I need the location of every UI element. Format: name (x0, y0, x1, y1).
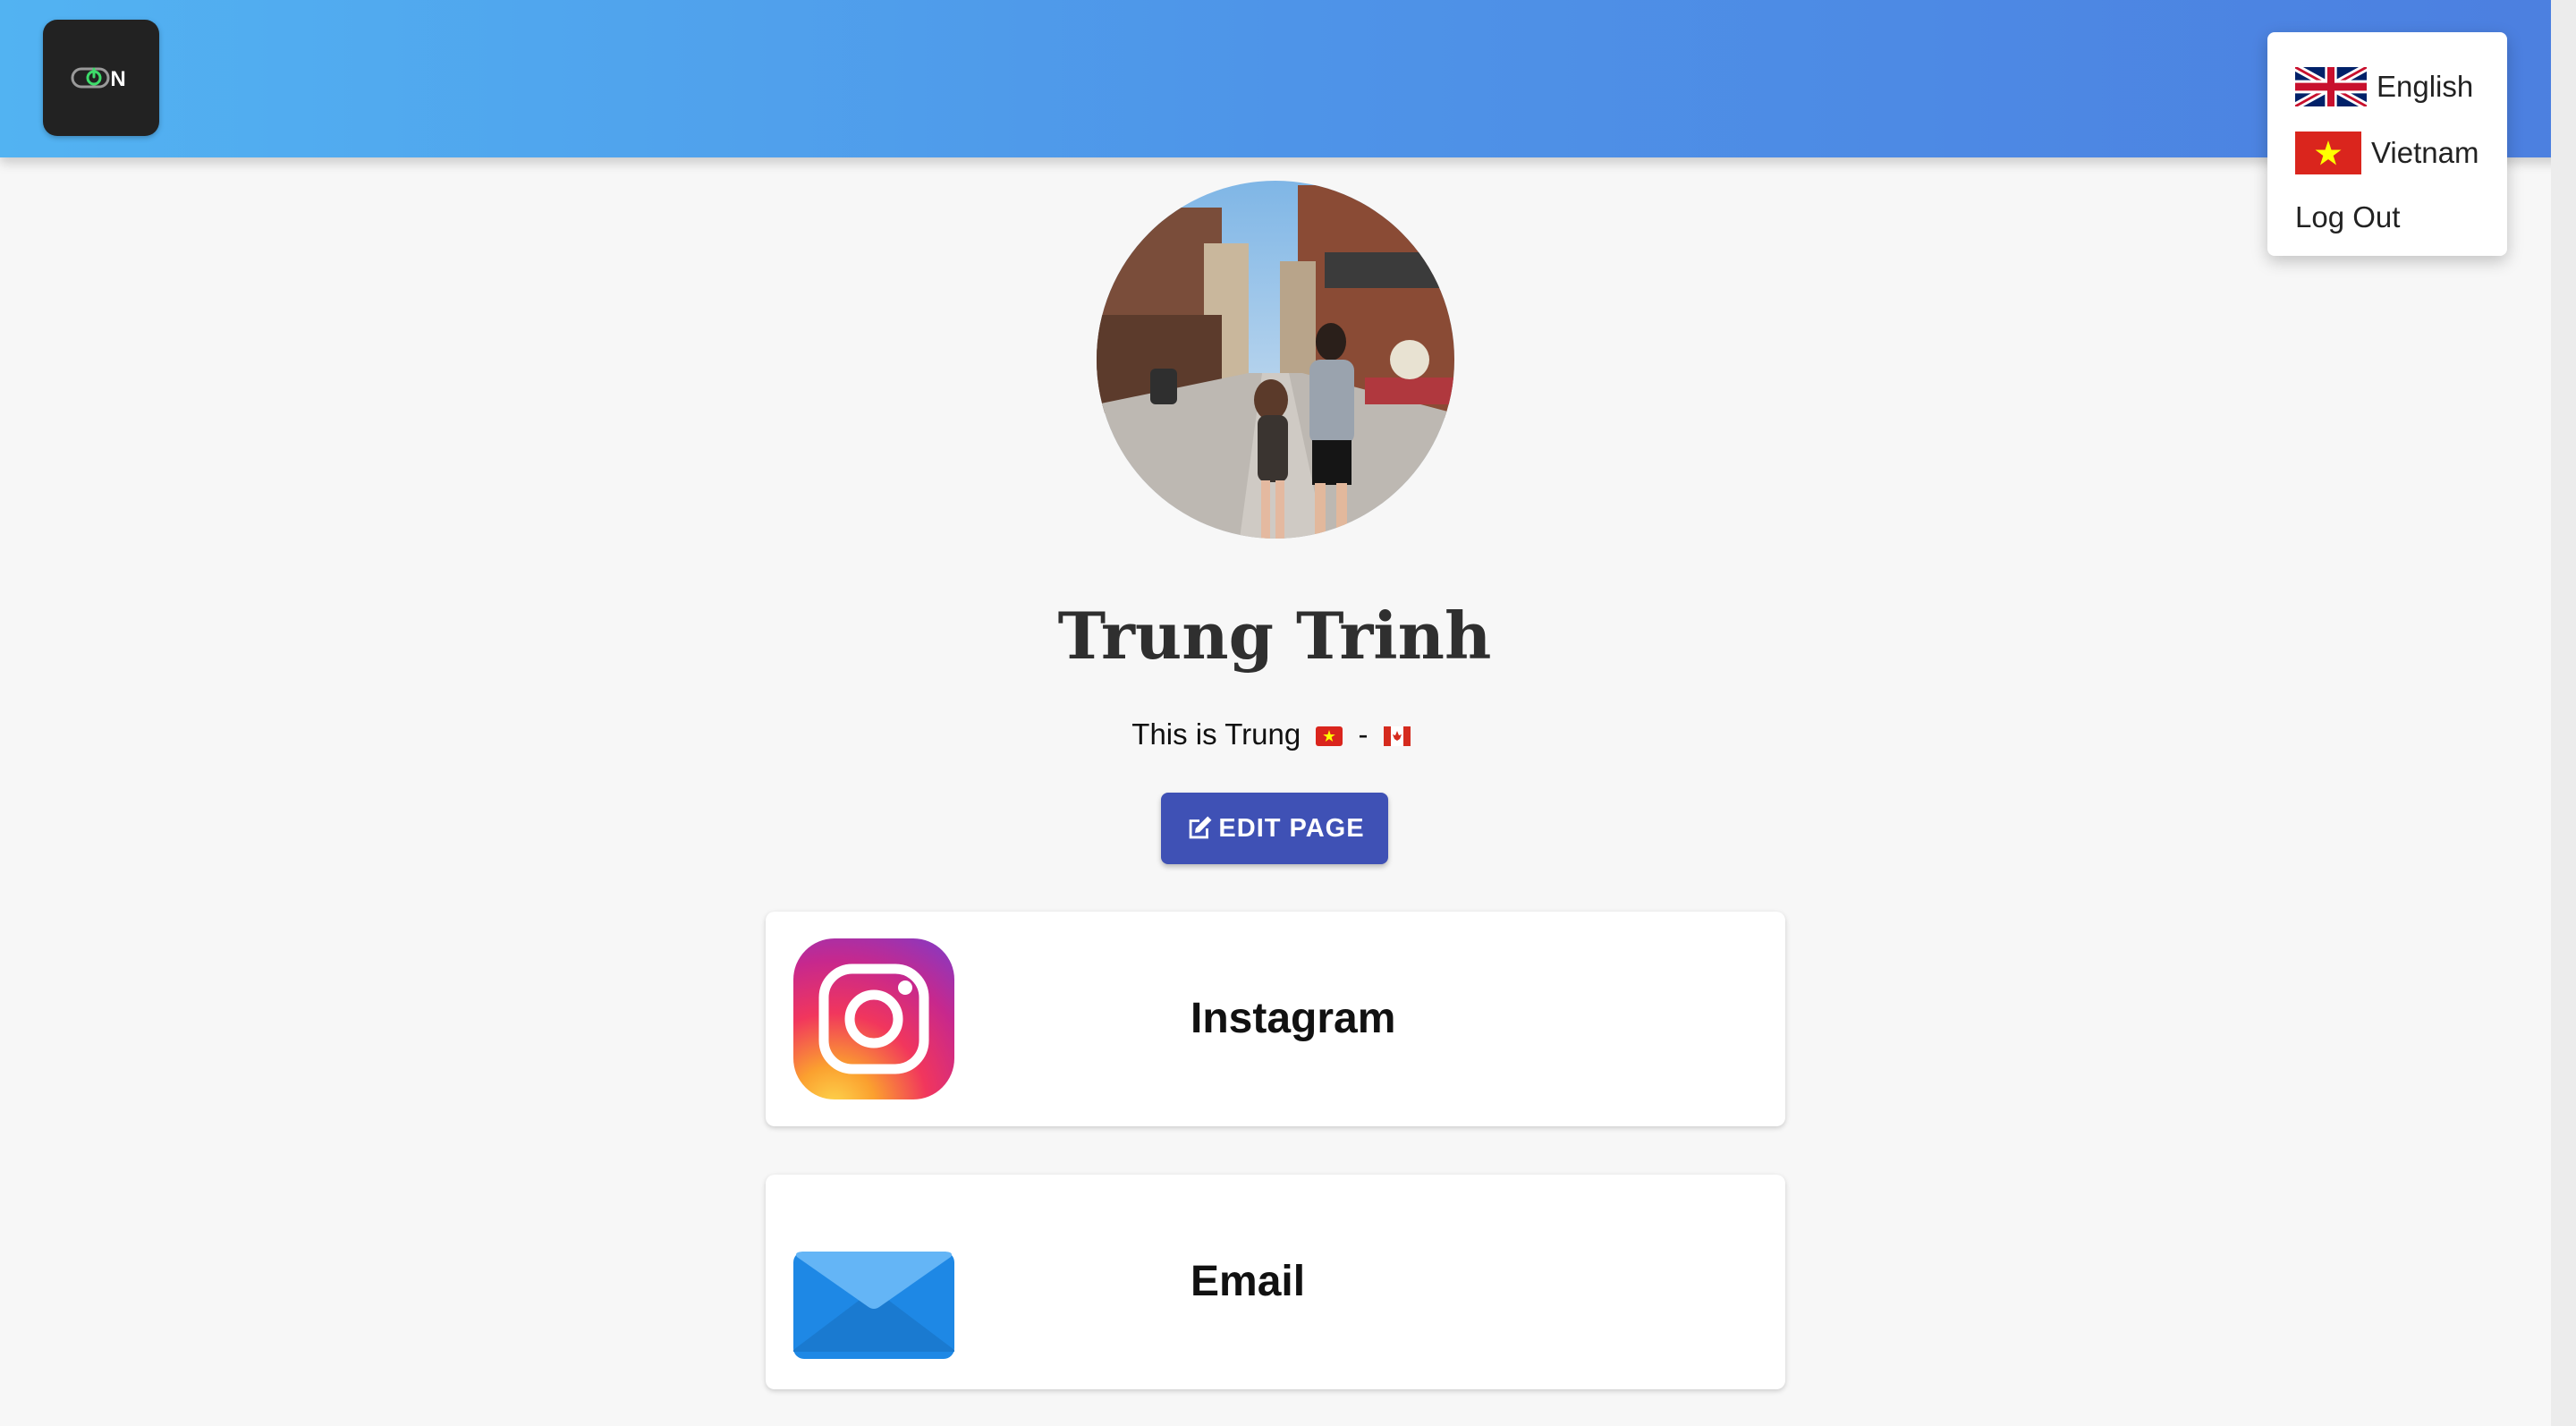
edit-page-button[interactable]: EDIT PAGE (1161, 793, 1388, 864)
menu-item-english[interactable]: English (2295, 64, 2473, 109)
link-card-email[interactable]: Email (766, 1175, 1785, 1389)
svg-text:N: N (110, 67, 125, 91)
canada-flag-emoji-icon (1383, 726, 1411, 747)
link-card-label: Email (1191, 1258, 1306, 1305)
profile-name: Trung Trinh (1057, 598, 1492, 674)
language-dropdown-menu: English Vietnam Log Out (2267, 32, 2507, 256)
power-on-logo-icon: N (71, 67, 126, 91)
profile-avatar (1097, 181, 1454, 539)
menu-item-vietnam[interactable]: Vietnam (2295, 131, 2479, 175)
vietnam-flag-icon (2295, 132, 2361, 174)
instagram-icon (792, 937, 956, 1101)
menu-item-label: Vietnam (2371, 136, 2479, 169)
menu-item-label: Log Out (2295, 200, 2401, 233)
vietnam-flag-emoji-icon (1316, 726, 1343, 747)
top-app-bar: N (0, 0, 2576, 157)
menu-item-label: English (2377, 70, 2474, 103)
page-scrollbar[interactable] (2551, 0, 2576, 1426)
profile-bio: This is Trung - (0, 712, 2549, 757)
edit-icon (1190, 816, 1212, 839)
edit-button-label: EDIT PAGE (1218, 813, 1365, 843)
bio-separator: - (1358, 717, 1368, 751)
avatar-photo (1097, 181, 1454, 539)
email-icon (792, 1200, 956, 1364)
menu-item-logout[interactable]: Log Out (2295, 195, 2400, 240)
bio-text: This is Trung (1131, 717, 1301, 751)
uk-flag-icon (2295, 67, 2367, 106)
link-card-instagram[interactable]: Instagram (766, 912, 1785, 1126)
link-card-label: Instagram (1191, 995, 1396, 1042)
app-logo[interactable]: N (43, 20, 159, 136)
